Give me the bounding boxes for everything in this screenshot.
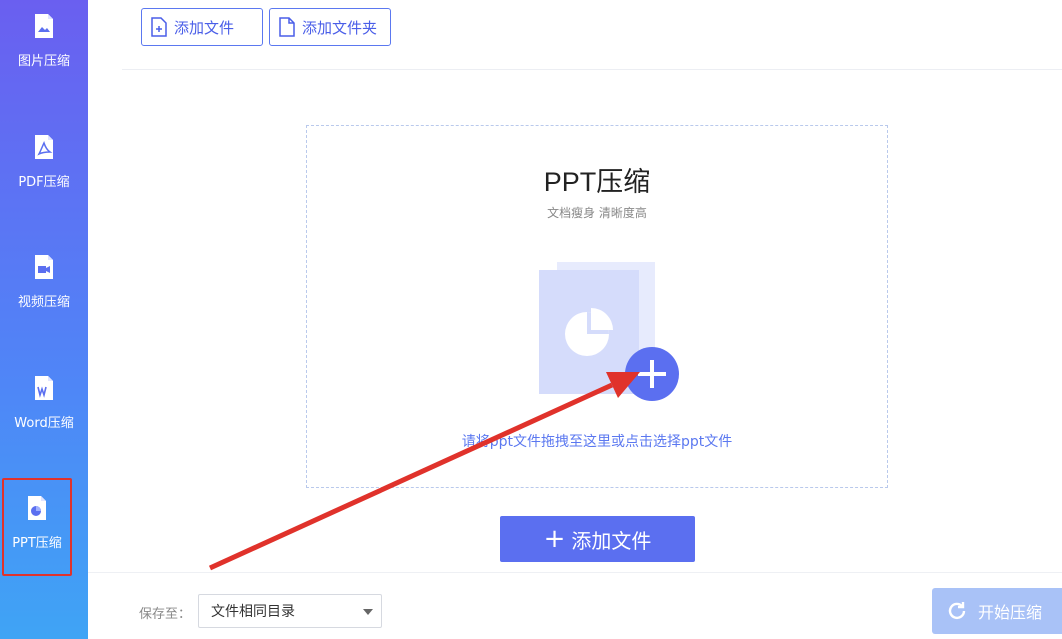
- sidebar-item-image[interactable]: 图片压缩: [0, 12, 88, 112]
- save-to-label: 保存至：: [139, 607, 192, 622]
- add-file-button[interactable]: 添加文件: [141, 8, 263, 46]
- add-folder-button[interactable]: 添加文件夹: [269, 8, 391, 46]
- sidebar-item-label: 视频压缩: [17, 295, 70, 310]
- bottom-divider: [88, 572, 1062, 573]
- ppt-upload-illustration-icon: [539, 262, 679, 401]
- ppt-file-icon: [28, 496, 46, 520]
- start-compress-label: 开始压缩: [978, 603, 1043, 622]
- add-file-label: 添加文件: [174, 18, 235, 37]
- dropzone-hint: 请将ppt文件拖拽至这里或点击选择ppt文件: [461, 434, 733, 450]
- sidebar-item-word[interactable]: Word压缩: [0, 374, 88, 474]
- sidebar-item-label: Word压缩: [14, 416, 74, 431]
- video-file-icon: [35, 255, 53, 279]
- dropzone-subtitle: 文档瘦身 清晰度高: [547, 206, 647, 220]
- word-file-icon: [35, 376, 53, 400]
- toolbar-divider: [122, 69, 1062, 70]
- file-drop-zone[interactable]: PPT压缩 文档瘦身 清晰度高 请将ppt文件拖拽至这里或点击选择ppt文件: [306, 125, 888, 488]
- sidebar-item-label: PDF压缩: [18, 175, 70, 190]
- dropzone-title: PPT压缩: [543, 167, 651, 197]
- refresh-icon: [948, 602, 966, 620]
- add-folder-icon: [279, 17, 295, 37]
- sidebar: 图片压缩 PDF压缩 视频压缩 Word压缩 PPT压缩: [0, 0, 88, 639]
- add-file-icon: [151, 17, 167, 37]
- sidebar-item-pdf[interactable]: PDF压缩: [0, 133, 88, 233]
- save-location-select[interactable]: 文件相同目录: [198, 594, 382, 628]
- pdf-file-icon: [35, 135, 53, 159]
- sidebar-item-label: 图片压缩: [17, 54, 70, 69]
- chevron-down-icon: [363, 609, 373, 615]
- sidebar-item-ppt[interactable]: PPT压缩: [2, 478, 72, 576]
- add-file-main-button[interactable]: + 添加文件: [500, 516, 695, 562]
- start-compress-button[interactable]: 开始压缩: [932, 588, 1062, 634]
- add-file-main-label: 添加文件: [571, 528, 652, 553]
- plus-icon: +: [543, 524, 566, 554]
- add-folder-label: 添加文件夹: [302, 18, 378, 37]
- sidebar-item-label: PPT压缩: [12, 536, 62, 551]
- sidebar-item-video[interactable]: 视频压缩: [0, 253, 88, 353]
- save-location-value: 文件相同目录: [211, 604, 295, 620]
- image-file-icon: [35, 14, 53, 38]
